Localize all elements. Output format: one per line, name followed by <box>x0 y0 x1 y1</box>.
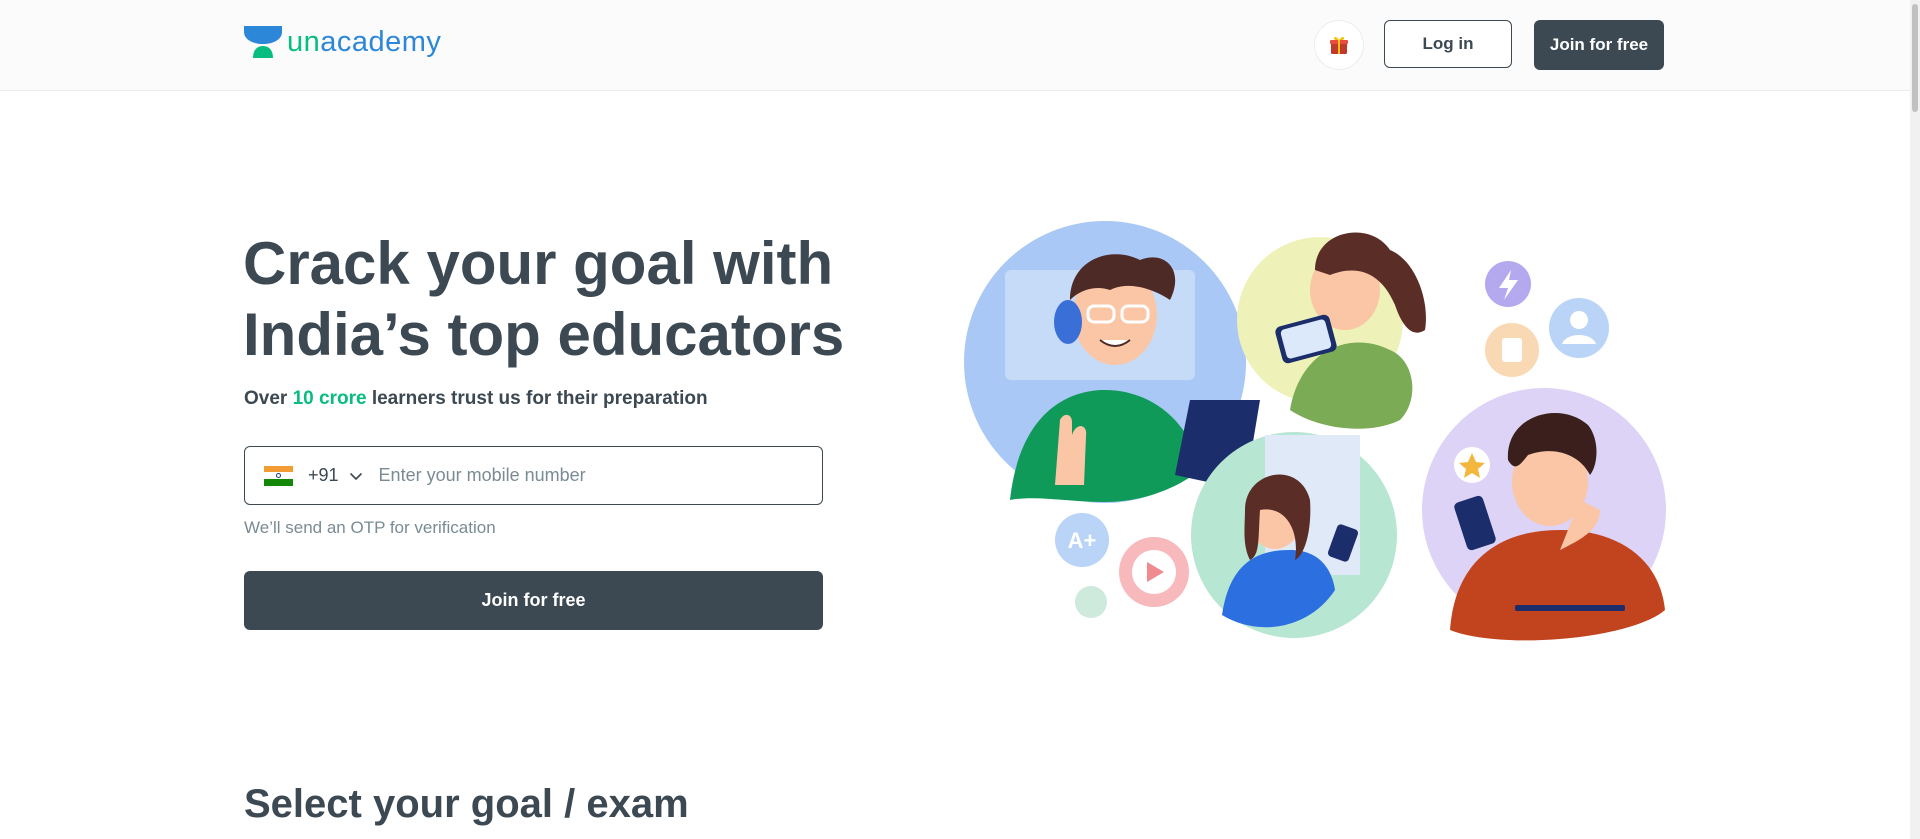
hero-title-line1: Crack your goal with <box>243 230 834 297</box>
learner-count-highlight: 10 crore <box>292 388 367 409</box>
mobile-number-field: +91 <box>244 446 823 505</box>
boy-with-headphones-illustration <box>964 221 1260 503</box>
woman-with-tablet-illustration <box>1237 232 1426 429</box>
login-button[interactable]: Log in <box>1384 20 1512 68</box>
man-with-phone-illustration <box>1422 388 1666 641</box>
logo-text: unacademy <box>287 25 442 58</box>
select-goal-heading: Select your goal / exam <box>244 782 689 826</box>
svg-text:A+: A+ <box>1068 528 1097 553</box>
page: unacademy Log in Join for free Crack you… <box>0 0 1910 839</box>
hero-title-line2: India’s top educators <box>243 301 845 368</box>
subtitle-text-rest: learners trust us for their preparation <box>366 388 708 409</box>
otp-note: We’ll send an OTP for verification <box>244 518 496 537</box>
header-join-button[interactable]: Join for free <box>1534 20 1664 70</box>
girl-with-phone-illustration <box>1191 432 1397 638</box>
subtitle-text: Over <box>244 388 293 409</box>
logo-mark-icon <box>244 26 282 58</box>
india-flag-icon[interactable] <box>264 465 293 486</box>
hero-title: Crack your goal with India’s top educato… <box>243 228 883 370</box>
mobile-number-input[interactable] <box>376 464 781 487</box>
unacademy-logo[interactable]: unacademy <box>244 25 441 59</box>
hero-subtitle: Over 10 crore learners trust us for thei… <box>244 388 708 410</box>
top-header: unacademy Log in Join for free <box>0 0 1910 91</box>
country-code-select[interactable]: +91 <box>308 465 339 486</box>
gift-button[interactable] <box>1314 20 1364 70</box>
join-for-free-button[interactable]: Join for free <box>244 571 823 630</box>
hero-illustration: A+ <box>964 221 1666 641</box>
scrollbar[interactable] <box>1910 0 1920 839</box>
gift-icon <box>1330 36 1348 54</box>
scrollbar-thumb[interactable] <box>1912 4 1918 112</box>
chevron-down-icon[interactable] <box>349 469 363 483</box>
